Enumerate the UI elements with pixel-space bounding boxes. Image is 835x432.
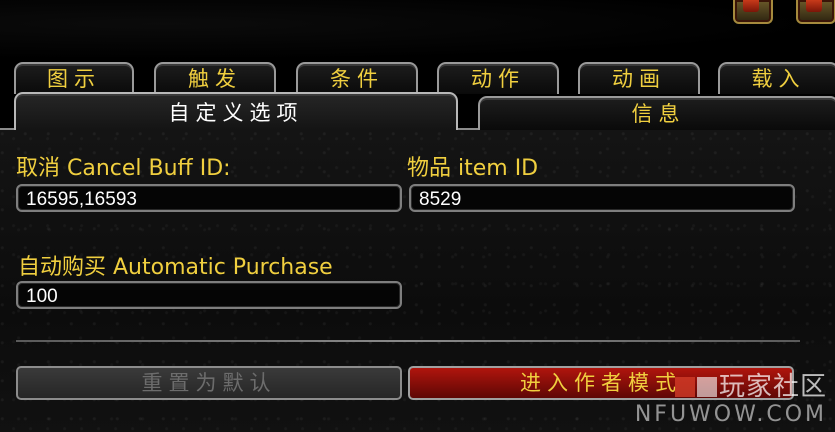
minimize-icon <box>743 0 759 12</box>
close-button[interactable] <box>796 0 835 24</box>
item-id-label: 物品 item ID <box>407 156 539 181</box>
tab-info[interactable]: 信息 <box>478 96 835 130</box>
watermark-logo-icon <box>674 372 719 402</box>
tab-load[interactable]: 载入 <box>718 62 835 94</box>
tab-animations[interactable]: 动画 <box>578 62 700 94</box>
auto-purchase-input[interactable]: 100 <box>16 281 402 309</box>
cancel-buff-input[interactable]: 16595,16593 <box>16 184 402 212</box>
reset-default-button[interactable]: 重置为默认 <box>16 366 402 400</box>
minimize-button[interactable] <box>733 0 773 24</box>
cancel-buff-label: 取消 Cancel Buff ID: <box>16 156 231 181</box>
window-top-area <box>0 0 835 60</box>
watermark: 玩家社区 NFUWOW.COM <box>635 366 827 427</box>
tab-custom-options[interactable]: 自定义选项 <box>14 92 458 130</box>
watermark-url: NFUWOW.COM <box>634 402 827 427</box>
tab-display[interactable]: 图示 <box>14 62 134 94</box>
tab-trigger[interactable]: 触发 <box>154 62 276 94</box>
divider <box>16 340 800 342</box>
tab-conditions[interactable]: 条件 <box>296 62 418 94</box>
auto-purchase-label: 自动购买 Automatic Purchase <box>18 255 333 280</box>
watermark-brand: 玩家社区 <box>674 366 827 403</box>
tab-actions[interactable]: 动作 <box>437 62 559 94</box>
item-id-input[interactable]: 8529 <box>409 184 795 212</box>
close-icon <box>806 0 822 12</box>
